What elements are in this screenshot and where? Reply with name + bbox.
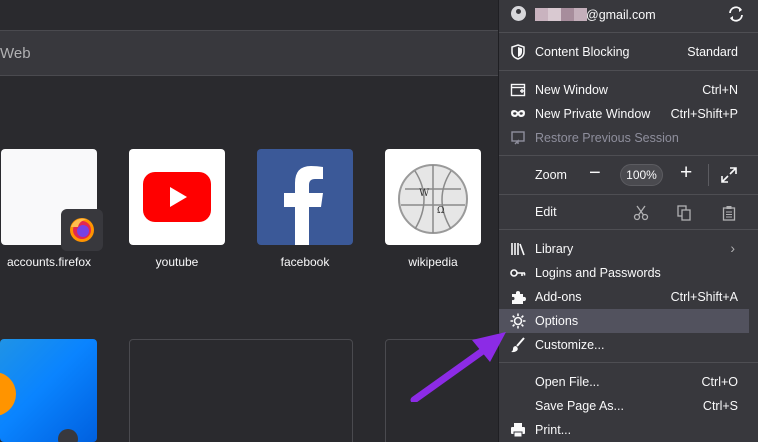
key-icon — [510, 269, 526, 277]
menu-item-edit: Edit — [499, 200, 749, 224]
menu-item-label: Open File... — [535, 375, 600, 389]
chevron-right-icon: › — [730, 240, 735, 256]
cut-icon[interactable] — [633, 205, 649, 221]
wikipedia-globe-icon: W Ω — [398, 164, 468, 234]
redacted-block — [535, 8, 548, 21]
copy-icon[interactable] — [676, 205, 692, 221]
menu-separator — [499, 32, 758, 33]
zoom-divider — [708, 164, 709, 186]
menu-item-content-blocking[interactable]: Content Blocking Standard — [499, 40, 749, 64]
annotation-arrow-icon — [410, 332, 506, 402]
fullscreen-icon[interactable] — [720, 166, 738, 184]
zoom-in-button[interactable]: + — [680, 161, 692, 185]
menu-item-label: Library — [535, 242, 574, 256]
menu-item-status: Standard — [687, 45, 738, 59]
tile-label: youtube — [155, 255, 199, 269]
menu-item-library[interactable]: Library › — [499, 237, 749, 261]
menu-item-shortcut: Ctrl+Shift+A — [670, 290, 738, 304]
menu-item-restore-session[interactable]: Restore Previous Session — [499, 126, 749, 150]
firefox-logo-icon — [61, 209, 103, 251]
menu-item-label: New Window — [535, 83, 608, 97]
menu-separator — [499, 362, 758, 363]
menu-separator — [499, 70, 758, 71]
zoom-reset-button[interactable]: 100% — [620, 164, 663, 186]
sync-icon[interactable] — [727, 5, 745, 23]
account-email: @gmail.com — [586, 8, 656, 22]
menu-item-logins-passwords[interactable]: Logins and Passwords — [499, 261, 749, 285]
menu-item-label: Print... — [535, 423, 572, 437]
menu-item-shortcut: Ctrl+N — [702, 83, 738, 97]
redacted-block — [561, 8, 574, 21]
printer-icon — [511, 423, 525, 438]
menu-item-print[interactable]: Print... — [499, 418, 749, 442]
menu-item-label: Save Page As... — [535, 399, 624, 413]
menu-item-label: Logins and Passwords — [535, 266, 661, 280]
menu-item-shortcut: Ctrl+O — [701, 375, 738, 389]
menu-item-label: Restore Previous Session — [535, 131, 679, 145]
zoom-out-button[interactable]: − — [589, 162, 601, 185]
menu-item-label: Content Blocking — [535, 45, 630, 59]
restore-session-icon — [511, 131, 525, 145]
library-icon — [511, 243, 525, 256]
top-site-tile-firefox-blue[interactable] — [0, 339, 97, 442]
menu-item-new-private-window[interactable]: New Private Window Ctrl+Shift+P — [499, 102, 749, 126]
svg-text:Ω: Ω — [437, 206, 444, 216]
menu-item-label: Edit — [535, 205, 557, 219]
tab-bar — [0, 0, 498, 30]
private-mask-icon — [511, 110, 525, 117]
shield-icon — [511, 44, 525, 60]
tile-label: accounts.firefox — [6, 255, 92, 269]
tile-label: facebook — [280, 255, 330, 269]
redacted-block — [548, 8, 561, 21]
menu-item-open-file[interactable]: Open File... Ctrl+O — [499, 370, 749, 394]
top-site-tile-facebook[interactable] — [257, 149, 353, 245]
new-window-icon — [510, 83, 526, 97]
menu-item-options[interactable]: Options — [499, 309, 749, 333]
youtube-logo-icon — [143, 172, 211, 222]
menu-item-shortcut: Ctrl+S — [702, 399, 738, 413]
facebook-logo-icon — [284, 166, 323, 245]
menu-item-customize[interactable]: Customize... — [499, 333, 749, 357]
menu-item-add-ons[interactable]: Add-ons Ctrl+Shift+A — [499, 285, 749, 309]
empty-tile-slot[interactable] — [129, 339, 353, 442]
top-site-tile-wikipedia[interactable]: W Ω — [385, 149, 481, 245]
top-site-tile-youtube[interactable] — [129, 149, 225, 245]
menu-item-shortcut: Ctrl+Shift+P — [670, 107, 738, 121]
svg-text:W: W — [419, 188, 430, 199]
menu-separator — [499, 155, 758, 156]
menu-item-new-window[interactable]: New Window Ctrl+N — [499, 78, 749, 102]
menu-item-label: Options — [535, 314, 579, 328]
app-menu-panel: @gmail.com Content Blocking Standard New… — [498, 0, 758, 442]
menu-separator — [499, 194, 758, 195]
tile-label: wikipedia — [408, 255, 458, 269]
firefox-partial-icon — [0, 372, 78, 442]
menu-item-label: Customize... — [535, 338, 605, 352]
menu-item-label: New Private Window — [535, 107, 651, 121]
avatar-icon — [511, 6, 526, 21]
paste-icon[interactable] — [721, 205, 737, 221]
menu-item-label: Zoom — [535, 168, 567, 182]
account-row[interactable]: @gmail.com — [499, 0, 758, 30]
menu-item-label: Add-ons — [535, 290, 582, 304]
puzzle-piece-icon — [512, 291, 526, 304]
search-placeholder: Web — [0, 45, 31, 62]
menu-item-save-page-as[interactable]: Save Page As... Ctrl+S — [499, 394, 749, 418]
search-bar[interactable]: Web — [0, 30, 498, 76]
menu-separator — [499, 229, 758, 230]
